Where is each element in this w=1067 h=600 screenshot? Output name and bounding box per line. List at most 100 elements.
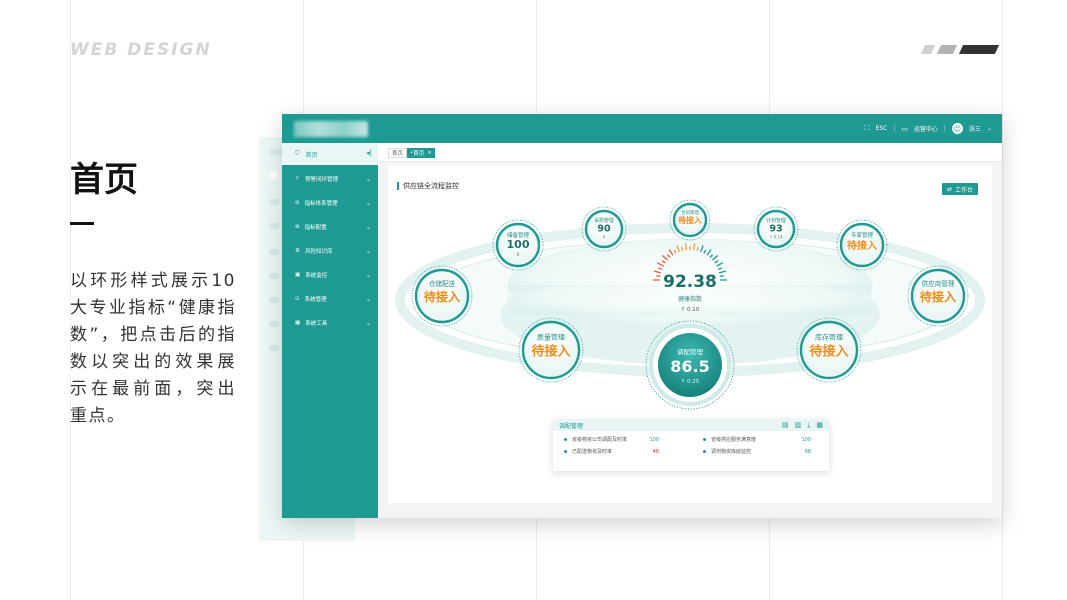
chevron-down-icon: ⌄ bbox=[365, 223, 371, 231]
chevron-down-icon[interactable]: ⌄ bbox=[987, 125, 992, 132]
metric-row[interactable]: 省级供应服务满意度 100 bbox=[703, 435, 811, 444]
sidebar-item[interactable]: ⚙ 风险知识库 ⌄ bbox=[282, 244, 378, 258]
chat-icon[interactable]: ▤ bbox=[782, 421, 789, 430]
focus-delta: ↑ 0.25 bbox=[681, 378, 700, 385]
metric-node[interactable]: 供应商管理待接入 bbox=[907, 265, 969, 327]
node-label: 供应商管理 bbox=[922, 279, 955, 288]
separator: | bbox=[943, 125, 946, 132]
esc-label[interactable]: ESC bbox=[875, 125, 887, 132]
chevron-down-icon: ⌄ bbox=[365, 271, 371, 279]
close-icon[interactable]: × bbox=[427, 150, 432, 156]
detail-title: 调配管理 bbox=[559, 422, 584, 430]
metric-node[interactable]: 仓储配送待接入 bbox=[411, 265, 473, 327]
collapse-icon[interactable]: ◂| bbox=[366, 149, 372, 157]
monitor-icon[interactable]: ▭ bbox=[901, 125, 908, 133]
node-pending-value: 待接入 bbox=[677, 215, 702, 225]
metric-label: 省级供应服务满意度 bbox=[711, 437, 757, 443]
fullscreen-icon[interactable]: ⛶ bbox=[865, 124, 870, 133]
node-label: 合同管理 bbox=[681, 209, 699, 216]
metric-label: 省级物资公司调配及时率 bbox=[572, 437, 628, 443]
node-label: 专家管理 bbox=[851, 231, 874, 239]
node-pending-value: 待接入 bbox=[424, 289, 461, 304]
metric-label: 已配送物资及时率 bbox=[572, 449, 613, 455]
refresh-icon: ⇄ bbox=[946, 185, 952, 193]
sidebar-item-label: 首页 bbox=[305, 151, 318, 159]
metric-value: 100 bbox=[649, 436, 659, 443]
node-pending-value: 待接入 bbox=[847, 239, 877, 252]
health-score: 92.38 bbox=[663, 272, 717, 292]
title-underline bbox=[70, 222, 94, 225]
top-bar: ⛶ ESC | ▭ 运营中心 | ☺ 张三 ⌄ bbox=[282, 114, 1002, 143]
metric-node[interactable]: 合同管理待接入 bbox=[669, 199, 711, 241]
export-icon[interactable]: ▦ bbox=[816, 421, 823, 430]
download-icon[interactable]: ⤓ bbox=[807, 421, 810, 430]
blurred-logo bbox=[294, 121, 368, 137]
bullet-dot bbox=[564, 450, 567, 453]
alert-loop-icon: ⚐ bbox=[295, 176, 300, 182]
node-value: 90 bbox=[597, 224, 611, 235]
app-window: ⛶ ESC | ▭ 运营中心 | ☺ 张三 ⌄ ⛉ 首页 ◂| ⚐ 预警闭环管理 ⌄… bbox=[282, 114, 1002, 518]
user-name[interactable]: 张三 bbox=[969, 124, 981, 133]
system-icon: ⊙ bbox=[295, 296, 300, 302]
workbench-button[interactable]: ⇄ 工作台 bbox=[941, 183, 978, 195]
panel-title: 供应链全流程监控 bbox=[397, 182, 459, 190]
indicator-icon: ⊘ bbox=[295, 200, 300, 206]
focus-label: 调配管理 bbox=[677, 347, 704, 356]
node-pending-value: 待接入 bbox=[808, 343, 848, 359]
node-pending-value: 待接入 bbox=[920, 289, 957, 304]
shield-icon: ⛉ bbox=[295, 150, 300, 157]
slide-description: 以环形样式展示10大专业指标“健康指数”，把点击后的指数以突出的效果展示在最前面… bbox=[70, 271, 236, 426]
metric-value: 48 bbox=[652, 448, 659, 455]
sidebar-item-label: 风险知识库 bbox=[304, 249, 333, 255]
tab-home-active[interactable]: • 首页 × bbox=[407, 148, 435, 158]
sidebar-item-label: 系统管理 bbox=[304, 297, 327, 303]
health-delta: ↑ 0.10 bbox=[681, 306, 700, 313]
chevron-down-icon: ⌄ bbox=[365, 175, 371, 183]
main-panel: 92.38 健康指数 ↑ 0.10 储备管理 100 0 采购管理 90 0 合同管理 待接入 计划… bbox=[388, 165, 992, 503]
chevron-down-icon: ⌄ bbox=[365, 199, 371, 207]
metric-row[interactable]: 调剂物资库龄监控 98 bbox=[703, 447, 811, 456]
separator: | bbox=[893, 125, 896, 132]
user-avatar[interactable]: ☺ bbox=[951, 123, 963, 134]
chevron-down-icon: ⌄ bbox=[365, 247, 371, 255]
decorative-stripes bbox=[920, 45, 1001, 54]
sidebar-item[interactable]: ⊘ 指标体系管理 ⌄ bbox=[282, 196, 378, 210]
sidebar-item[interactable]: ▦ 系统工具 ⌄ bbox=[282, 316, 378, 330]
sidebar-item-label: 指标体系管理 bbox=[304, 201, 338, 207]
tab-label: 首页 bbox=[413, 151, 425, 157]
tab-home[interactable]: 首页 bbox=[388, 148, 408, 158]
risk-knowledge-icon: ⚙ bbox=[295, 248, 300, 254]
sidebar-item-label: 系统监控 bbox=[305, 273, 328, 279]
chevron-down-icon: ⌄ bbox=[365, 319, 371, 327]
sidebar-item[interactable]: ▣ 系统监控 ⌄ bbox=[282, 268, 378, 282]
ops-center-link[interactable]: 运营中心 bbox=[914, 124, 938, 133]
sidebar-item-label: 系统工具 bbox=[305, 321, 328, 327]
node-delta: 0 bbox=[517, 252, 520, 258]
node-pending-value: 待接入 bbox=[530, 343, 570, 359]
node-label: 库存管理 bbox=[815, 332, 843, 341]
metric-label: 调剂物资库龄监控 bbox=[711, 449, 752, 455]
metric-row[interactable]: 已配送物资及时率 48 bbox=[564, 447, 659, 456]
sidebar-item[interactable]: ⊛ 指标配置 ⌄ bbox=[282, 220, 378, 234]
bullet-dot bbox=[564, 438, 567, 441]
sidebar-item[interactable]: ⚐ 预警闭环管理 ⌄ bbox=[282, 172, 378, 186]
sidebar-item[interactable]: ⊙ 系统管理 ⌄ bbox=[282, 292, 378, 306]
tab-bar: 首页 • 首页 × bbox=[378, 143, 1002, 162]
brand-label: WEB DESIGN bbox=[70, 40, 212, 60]
node-value: 93 bbox=[769, 224, 782, 235]
metric-row[interactable]: 省级物资公司调配及时率 100 bbox=[564, 435, 659, 444]
config-icon: ⊛ bbox=[295, 224, 300, 230]
node-delta: ↑ 0.14 bbox=[769, 234, 783, 239]
document-icon[interactable]: ▥ bbox=[795, 421, 802, 430]
sidebar: ⛉ 首页 ◂| ⚐ 预警闭环管理 ⌄ ⊘ 指标体系管理 ⌄ ⊛ 指标配置 ⌄ ⚙ 风险知识库 ⌄ ▣ 系统… bbox=[282, 143, 378, 518]
focus-value: 86.5 bbox=[670, 357, 709, 376]
chevron-down-icon: ⌄ bbox=[365, 295, 371, 303]
grid-line bbox=[1002, 0, 1003, 600]
gauge-tick bbox=[692, 243, 696, 251]
bullet-dot bbox=[703, 450, 706, 453]
gauge-tick bbox=[684, 243, 688, 251]
node-label: 质量管理 bbox=[537, 332, 565, 341]
monitor-icon: ▣ bbox=[295, 272, 301, 278]
sidebar-item-home[interactable]: ⛉ 首页 ◂| bbox=[282, 143, 378, 165]
bullet-dot bbox=[703, 438, 706, 441]
